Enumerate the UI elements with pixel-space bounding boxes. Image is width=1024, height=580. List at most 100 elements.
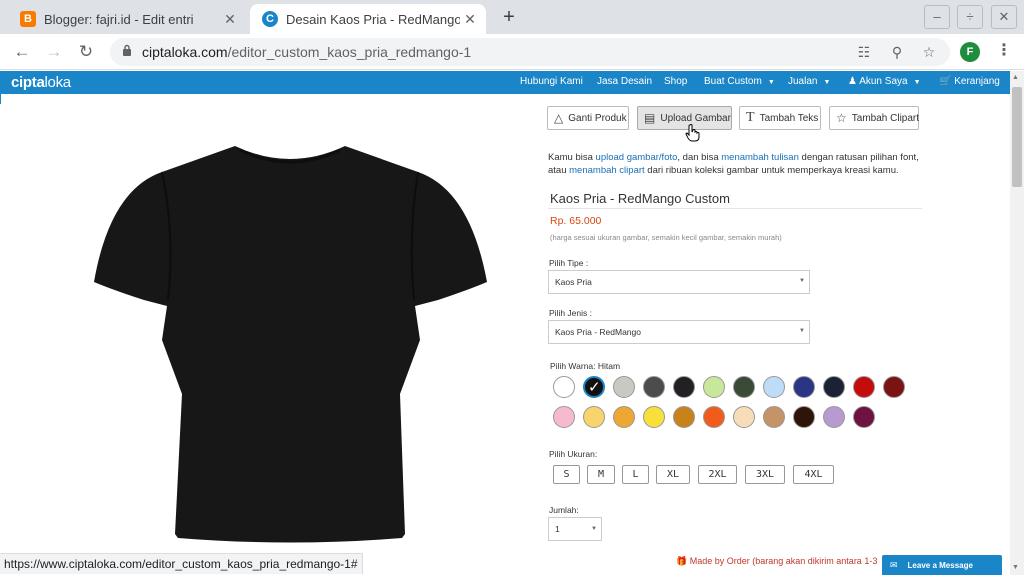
translate-icon[interactable]: ☷ bbox=[855, 44, 873, 62]
profile-avatar[interactable]: F bbox=[960, 42, 980, 62]
product-title: Kaos Pria - RedMango Custom bbox=[550, 191, 730, 206]
color-swatch[interactable] bbox=[643, 376, 665, 398]
color-swatch[interactable] bbox=[643, 406, 665, 428]
color-swatch[interactable] bbox=[673, 376, 695, 398]
browser-toolbar: ← → ↻ ciptaloka.com/editor_custom_kaos_p… bbox=[0, 34, 1024, 70]
restore-button[interactable]: ÷ bbox=[957, 5, 983, 29]
button-label: Upload Gambar bbox=[660, 112, 731, 124]
color-swatch[interactable] bbox=[553, 406, 575, 428]
color-swatch[interactable] bbox=[613, 376, 635, 398]
nav-buat-custom[interactable]: Buat Custom ▼ bbox=[704, 76, 775, 87]
tipe-select[interactable]: Kaos Pria ▼ bbox=[548, 270, 810, 294]
url-text[interactable]: ciptaloka.com/editor_custom_kaos_pria_re… bbox=[142, 44, 471, 60]
color-swatch[interactable] bbox=[853, 376, 875, 398]
color-swatch[interactable] bbox=[823, 406, 845, 428]
color-swatch[interactable] bbox=[733, 376, 755, 398]
nav-akun-saya[interactable]: ♟ Akun Saya ▼ bbox=[848, 76, 921, 87]
tambah-teks-button[interactable]: T Tambah Teks bbox=[739, 106, 821, 130]
size-option[interactable]: XL bbox=[656, 465, 690, 484]
zoom-icon[interactable]: ⚲ bbox=[888, 44, 906, 62]
color-swatch[interactable] bbox=[763, 376, 785, 398]
shirt-icon: △ bbox=[554, 111, 564, 125]
browser-tab-bar: B Blogger: fajri.id - Edit entri ✕ C Des… bbox=[0, 0, 1024, 34]
color-swatch[interactable] bbox=[793, 376, 815, 398]
desc-text: Kamu bisa bbox=[548, 152, 596, 163]
color-swatch[interactable] bbox=[733, 406, 755, 428]
site-logo[interactable]: ciptaloka bbox=[11, 74, 71, 91]
scrollbar-thumb[interactable] bbox=[1012, 87, 1022, 187]
gift-icon: 🎁 bbox=[676, 556, 688, 566]
bookmark-star-icon[interactable]: ☆ bbox=[920, 44, 938, 62]
nav-hubungi-kami[interactable]: Hubungi Kami bbox=[520, 76, 583, 87]
menu-kebab-icon[interactable]: ⋮ bbox=[996, 40, 1012, 60]
button-label: Ganti Produk bbox=[568, 112, 627, 124]
color-swatch[interactable] bbox=[853, 406, 875, 428]
address-bar[interactable]: ciptaloka.com/editor_custom_kaos_pria_re… bbox=[110, 38, 950, 66]
button-label: Tambah Teks bbox=[759, 112, 819, 124]
minimize-button[interactable]: – bbox=[924, 5, 950, 29]
site-navbar: ciptaloka Hubungi Kami Jasa Desain Shop … bbox=[0, 71, 1010, 94]
url-host: ciptaloka.com bbox=[142, 44, 228, 60]
size-option[interactable]: L bbox=[622, 465, 649, 484]
jenis-select[interactable]: Kaos Pria - RedMango ▼ bbox=[548, 320, 810, 344]
color-swatch[interactable] bbox=[673, 406, 695, 428]
color-swatch[interactable]: ✓ bbox=[583, 376, 605, 398]
chevron-down-icon: ▼ bbox=[799, 278, 805, 284]
color-swatch[interactable] bbox=[703, 376, 725, 398]
tab-title: Blogger: fajri.id - Edit entri bbox=[44, 11, 194, 27]
add-text-link[interactable]: menambah tulisan bbox=[721, 152, 799, 163]
check-icon: ✓ bbox=[588, 379, 601, 396]
tab-blogger[interactable]: B Blogger: fajri.id - Edit entri ✕ bbox=[8, 4, 246, 34]
tshirt-image[interactable] bbox=[0, 94, 540, 575]
window-close-button[interactable]: ✕ bbox=[991, 5, 1017, 29]
color-swatch[interactable] bbox=[613, 406, 635, 428]
blogger-icon: B bbox=[20, 11, 36, 27]
lock-icon bbox=[123, 44, 131, 56]
tab-ciptaloka[interactable]: C Desain Kaos Pria - RedMango C ✕ bbox=[250, 4, 486, 34]
upload-link[interactable]: upload gambar/foto bbox=[596, 152, 678, 163]
tambah-clipart-button[interactable]: ☆ Tambah Clipart bbox=[829, 106, 919, 130]
color-swatch[interactable] bbox=[883, 376, 905, 398]
back-icon[interactable]: ← bbox=[11, 41, 33, 63]
size-option[interactable]: 2XL bbox=[698, 465, 737, 484]
cart-icon: 🛒 bbox=[939, 76, 952, 87]
size-option[interactable]: 4XL bbox=[793, 465, 834, 484]
tipe-label: Pilih Tipe : bbox=[549, 258, 589, 268]
editor-description: Kamu bisa upload gambar/foto, dan bisa m… bbox=[548, 151, 928, 177]
jumlah-label: Jumlah: bbox=[549, 505, 579, 515]
scroll-down-icon[interactable]: ▼ bbox=[1012, 564, 1019, 571]
color-swatch[interactable] bbox=[793, 406, 815, 428]
ganti-produk-button[interactable]: △ Ganti Produk bbox=[547, 106, 629, 130]
text-icon: T bbox=[746, 110, 755, 125]
nav-keranjang[interactable]: 🛒 Keranjang bbox=[939, 76, 1000, 87]
mail-icon: ✉ bbox=[890, 559, 898, 570]
quantity-select[interactable]: 1 ▼ bbox=[548, 517, 602, 541]
forward-icon[interactable]: → bbox=[43, 41, 65, 63]
nav-shop[interactable]: Shop bbox=[664, 76, 687, 87]
select-value: Kaos Pria - RedMango bbox=[555, 327, 641, 337]
color-swatch[interactable] bbox=[583, 406, 605, 428]
leave-message-button[interactable]: ✉ Leave a Message bbox=[882, 555, 1002, 575]
nav-jualan[interactable]: Jualan ▼ bbox=[788, 76, 830, 87]
scroll-up-icon[interactable]: ▲ bbox=[1012, 74, 1019, 81]
close-icon[interactable]: ✕ bbox=[460, 11, 480, 28]
price-note: (harga sesuai ukuran gambar, semakin kec… bbox=[550, 233, 782, 242]
add-clipart-link[interactable]: menambah clipart bbox=[569, 165, 645, 176]
size-option[interactable]: M bbox=[587, 465, 615, 484]
select-value: Kaos Pria bbox=[555, 277, 592, 287]
nav-jasa-desain[interactable]: Jasa Desain bbox=[597, 76, 652, 87]
star-icon: ☆ bbox=[836, 111, 847, 125]
jenis-label: Pilih Jenis : bbox=[549, 308, 592, 318]
color-swatch[interactable] bbox=[823, 376, 845, 398]
color-swatch[interactable] bbox=[553, 376, 575, 398]
reload-icon[interactable]: ↻ bbox=[75, 41, 97, 63]
nav-label: Akun Saya bbox=[859, 76, 908, 87]
size-option[interactable]: 3XL bbox=[745, 465, 785, 484]
made-order-text: Made by Order (barang akan dikirim antar… bbox=[689, 556, 878, 566]
color-swatch[interactable] bbox=[763, 406, 785, 428]
color-swatch[interactable] bbox=[703, 406, 725, 428]
size-option[interactable]: S bbox=[553, 465, 580, 484]
close-icon[interactable]: ✕ bbox=[220, 11, 240, 28]
status-bar-url: https://www.ciptaloka.com/editor_custom_… bbox=[0, 553, 363, 574]
new-tab-button[interactable]: + bbox=[498, 6, 520, 28]
